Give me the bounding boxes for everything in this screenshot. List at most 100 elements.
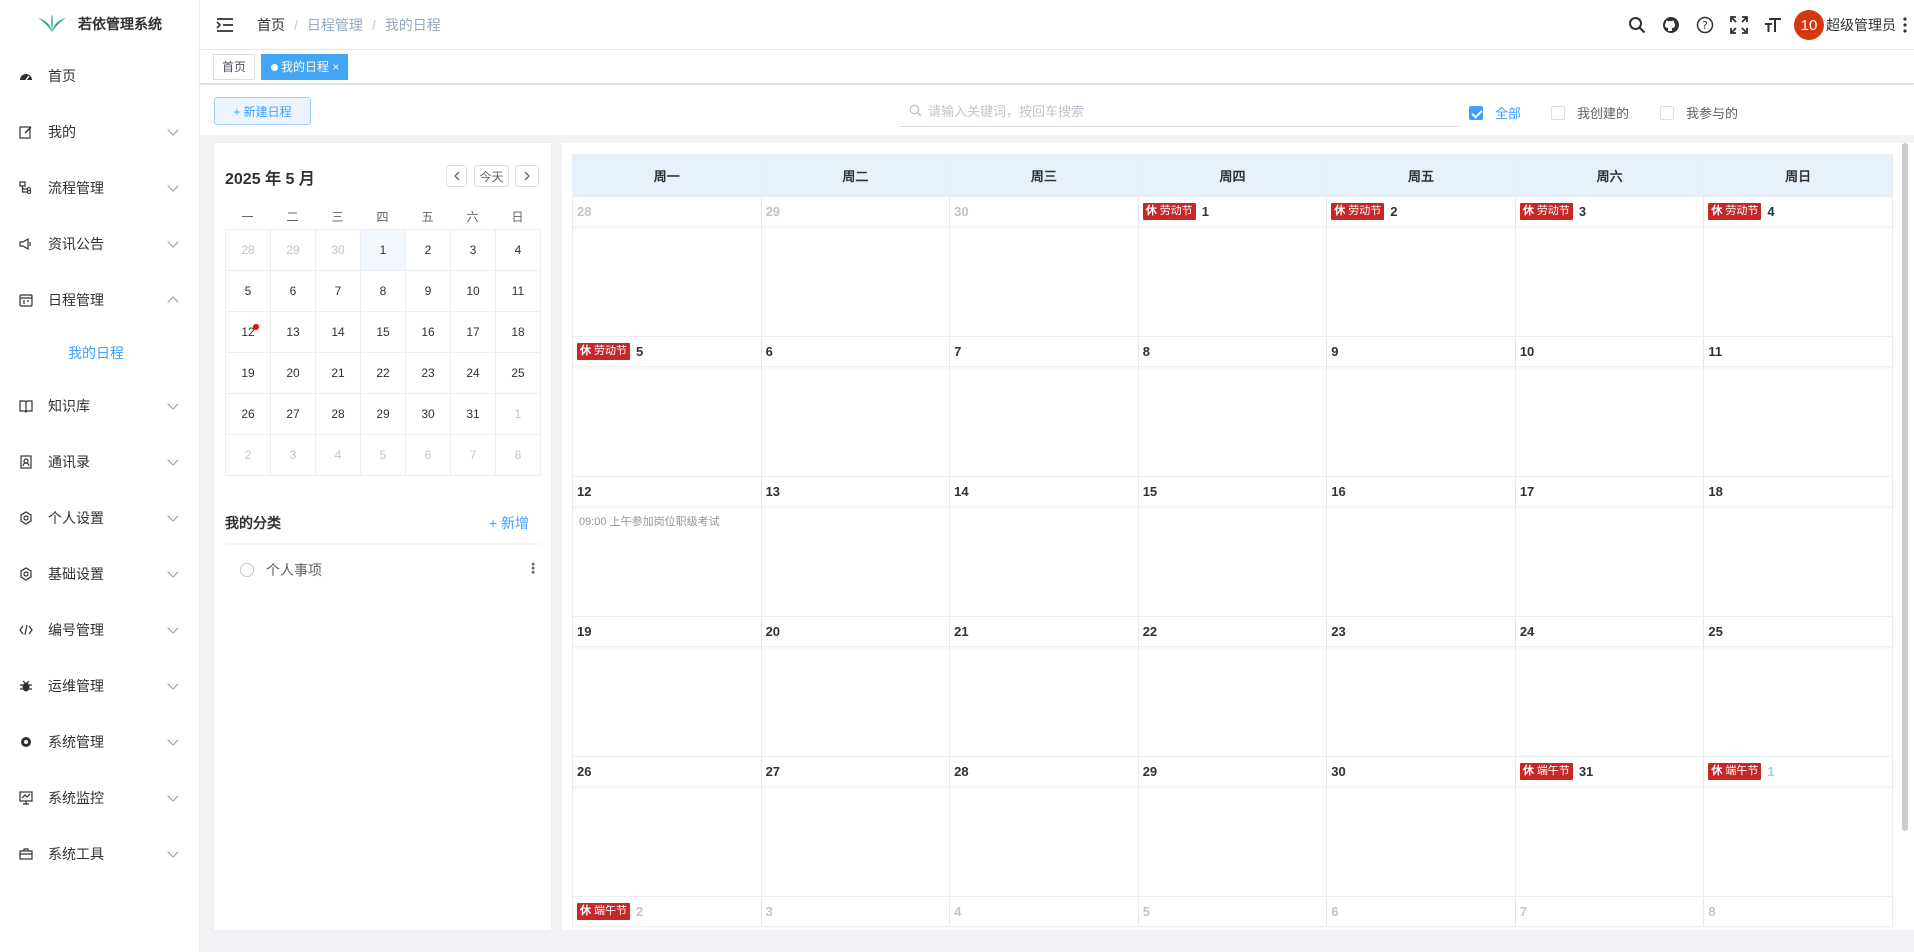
tag-home[interactable]: 首页: [213, 54, 256, 80]
sidebar-item-4[interactable]: 日程管理: [0, 272, 199, 328]
mini-day[interactable]: 7: [451, 435, 496, 476]
new-schedule-button[interactable]: + 新建日程: [214, 97, 311, 125]
calendar-day-cell[interactable]: 26: [573, 757, 762, 897]
sidebar-item-6[interactable]: 通讯录: [0, 434, 199, 490]
category-item[interactable]: 个人事项 ⋮: [240, 560, 540, 580]
mini-day[interactable]: 12: [226, 312, 271, 353]
mini-day[interactable]: 31: [451, 394, 496, 435]
sidebar-item-10[interactable]: 运维管理: [0, 658, 199, 714]
calendar-day-cell[interactable]: 12 09:00 上午参加岗位职级考试: [573, 477, 762, 617]
calendar-day-cell[interactable]: 休劳动节 1: [1138, 197, 1328, 337]
fullscreen-icon[interactable]: [1722, 0, 1756, 50]
mini-day[interactable]: 13: [271, 312, 316, 353]
breadcrumb-home[interactable]: 首页: [257, 15, 285, 35]
calendar-day-cell[interactable]: 休劳动节 2: [1327, 197, 1516, 337]
calendar-day-cell[interactable]: 6: [1327, 897, 1516, 927]
mini-day[interactable]: 3: [451, 230, 496, 271]
mini-day[interactable]: 4: [496, 230, 541, 271]
calendar-day-cell[interactable]: 21: [950, 617, 1139, 757]
mini-day[interactable]: 29: [361, 394, 406, 435]
sidebar-item-1[interactable]: 我的: [0, 104, 199, 160]
mini-day[interactable]: 9: [406, 271, 451, 312]
avatar[interactable]: 10: [1794, 10, 1824, 40]
sidebar-item-9[interactable]: 编号管理: [0, 602, 199, 658]
calendar-day-cell[interactable]: 28: [573, 197, 762, 337]
calendar-day-cell[interactable]: 8: [1138, 337, 1328, 477]
prev-month-button[interactable]: [446, 165, 467, 187]
mini-day[interactable]: 2: [406, 230, 451, 271]
mini-day[interactable]: 29: [271, 230, 316, 271]
font-size-icon[interactable]: [1756, 0, 1790, 50]
calendar-day-cell[interactable]: 休劳动节 5: [573, 337, 762, 477]
sidebar-item-5[interactable]: 知识库: [0, 378, 199, 434]
mini-day[interactable]: 21: [316, 353, 361, 394]
tag-my-schedule[interactable]: 我的日程 ×: [261, 54, 349, 80]
more-icon[interactable]: ⋮: [526, 560, 540, 577]
calendar-day-cell[interactable]: 13: [761, 477, 951, 617]
calendar-day-cell[interactable]: 7: [950, 337, 1139, 477]
mini-day[interactable]: 11: [496, 271, 541, 312]
filter-all-checkbox[interactable]: 全部: [1469, 103, 1521, 122]
mini-day[interactable]: 5: [226, 271, 271, 312]
calendar-day-cell[interactable]: 休端午节 2: [573, 897, 762, 927]
mini-day[interactable]: 8: [361, 271, 406, 312]
sidebar-item-2[interactable]: 流程管理: [0, 160, 199, 216]
calendar-day-cell[interactable]: 6: [761, 337, 951, 477]
calendar-day-cell[interactable]: 29: [1138, 757, 1328, 897]
calendar-day-cell[interactable]: 4: [950, 897, 1139, 927]
calendar-day-cell[interactable]: 25: [1704, 617, 1893, 757]
mini-day[interactable]: 7: [316, 271, 361, 312]
mini-day[interactable]: 2: [226, 435, 271, 476]
calendar-day-cell[interactable]: 30: [1327, 757, 1516, 897]
mini-day[interactable]: 30: [406, 394, 451, 435]
breadcrumb-schedule[interactable]: 日程管理: [307, 15, 363, 35]
calendar-day-cell[interactable]: 17: [1515, 477, 1705, 617]
mini-day[interactable]: 19: [226, 353, 271, 394]
calendar-day-cell[interactable]: 14: [950, 477, 1139, 617]
logo[interactable]: 若依管理系统: [0, 0, 199, 48]
mini-day[interactable]: 6: [406, 435, 451, 476]
search-icon[interactable]: [1620, 0, 1654, 50]
today-button[interactable]: 今天: [474, 165, 509, 187]
mini-day[interactable]: 1: [496, 394, 541, 435]
calendar-day-cell[interactable]: 10: [1515, 337, 1705, 477]
add-category-button[interactable]: + 新增: [489, 513, 529, 533]
more-icon[interactable]: [1896, 0, 1914, 50]
mini-day[interactable]: 22: [361, 353, 406, 394]
calendar-day-cell[interactable]: 9: [1327, 337, 1516, 477]
mini-day[interactable]: 30: [316, 230, 361, 271]
calendar-day-cell[interactable]: 5: [1138, 897, 1328, 927]
calendar-day-cell[interactable]: 20: [761, 617, 951, 757]
calendar-day-cell[interactable]: 休劳动节 3: [1515, 197, 1705, 337]
mini-day[interactable]: 27: [271, 394, 316, 435]
calendar-day-cell[interactable]: 11: [1704, 337, 1893, 477]
mini-day[interactable]: 23: [406, 353, 451, 394]
calendar-day-cell[interactable]: 18: [1704, 477, 1893, 617]
calendar-day-cell[interactable]: 29: [761, 197, 951, 337]
calendar-day-cell[interactable]: 7: [1515, 897, 1705, 927]
mini-day[interactable]: 28: [226, 230, 271, 271]
mini-day[interactable]: 16: [406, 312, 451, 353]
hamburger-icon[interactable]: [216, 16, 234, 34]
mini-day[interactable]: 8: [496, 435, 541, 476]
github-icon[interactable]: [1654, 0, 1688, 50]
close-icon[interactable]: ×: [332, 60, 339, 74]
sidebar-item-8[interactable]: 基础设置: [0, 546, 199, 602]
mini-day[interactable]: 17: [451, 312, 496, 353]
calendar-day-cell[interactable]: 休端午节 1: [1704, 757, 1893, 897]
sidebar-item-13[interactable]: 系统工具: [0, 826, 199, 882]
mini-day[interactable]: 28: [316, 394, 361, 435]
mini-day[interactable]: 15: [361, 312, 406, 353]
search-input[interactable]: 请输入关键词，按回车搜索: [899, 95, 1459, 127]
mini-day[interactable]: 4: [316, 435, 361, 476]
calendar-day-cell[interactable]: 27: [761, 757, 951, 897]
mini-day[interactable]: 1: [361, 230, 406, 271]
mini-day[interactable]: 10: [451, 271, 496, 312]
mini-day[interactable]: 3: [271, 435, 316, 476]
calendar-day-cell[interactable]: 24: [1515, 617, 1705, 757]
calendar-day-cell[interactable]: 19: [573, 617, 762, 757]
calendar-day-cell[interactable]: 28: [950, 757, 1139, 897]
calendar-day-cell[interactable]: 休劳动节 4: [1704, 197, 1893, 337]
calendar-day-cell[interactable]: 休端午节 31: [1515, 757, 1705, 897]
calendar-day-cell[interactable]: 3: [761, 897, 951, 927]
